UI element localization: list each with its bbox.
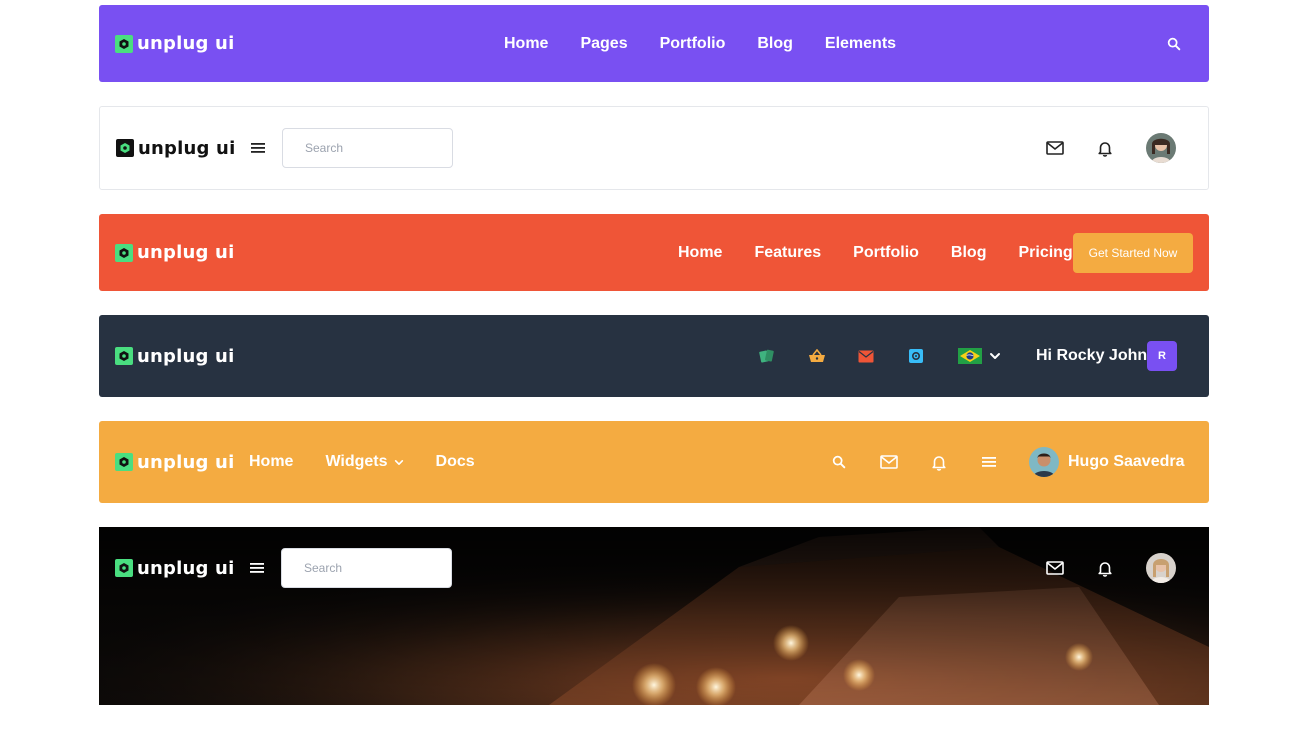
user-greeting[interactable]: Hi Rocky John [1036, 347, 1147, 365]
get-started-button[interactable]: Get Started Now [1073, 232, 1193, 273]
logo-icon [115, 243, 133, 262]
nav-widgets[interactable]: Widgets [325, 453, 403, 471]
bell-icon[interactable] [1098, 560, 1112, 577]
mail-icon[interactable] [1046, 561, 1064, 575]
nav-portfolio[interactable]: Portfolio [853, 244, 919, 262]
user-name[interactable]: Hugo Saavedra [1068, 453, 1184, 471]
brazil-flag-icon[interactable] [958, 348, 982, 364]
nav-home[interactable]: Home [678, 244, 722, 262]
logo-icon [116, 139, 134, 157]
user-avatar[interactable] [1146, 133, 1176, 163]
chevron-down-icon [394, 459, 404, 466]
brand-logo[interactable]: unplug ui [115, 242, 234, 263]
nav-pages[interactable]: Pages [580, 35, 627, 53]
main-nav: Home Pages Portfolio Blog Elements [504, 35, 896, 53]
hamburger-menu-icon[interactable] [982, 456, 996, 468]
brand-logo[interactable]: unplug ui [115, 558, 234, 579]
nav-pricing[interactable]: Pricing [1018, 244, 1072, 262]
brand-name: unplug ui [137, 33, 235, 54]
mail-icon[interactable] [858, 350, 874, 363]
hamburger-menu-icon[interactable] [251, 142, 265, 154]
brand-name: unplug ui [137, 345, 235, 367]
brand-logo[interactable]: unplug ui [115, 346, 234, 367]
user-avatar[interactable] [1146, 553, 1176, 583]
mail-icon[interactable] [880, 455, 898, 469]
search-input[interactable] [282, 128, 453, 168]
nav-home[interactable]: Home [504, 35, 548, 53]
navbar-purple: unplug ui Home Pages Portfolio Blog Elem… [99, 5, 1209, 82]
nav-blog[interactable]: Blog [757, 35, 793, 53]
mail-icon[interactable] [1046, 141, 1064, 155]
navbar-navy: unplug ui Hi Rocky John R [99, 315, 1209, 397]
bell-icon[interactable] [1098, 140, 1112, 157]
search-icon[interactable] [1166, 36, 1182, 52]
logo-icon [115, 34, 133, 53]
hamburger-menu-icon[interactable] [250, 562, 264, 574]
brand-logo[interactable]: unplug ui [115, 452, 234, 473]
brand-logo[interactable]: unplug ui [116, 138, 235, 159]
brand-name: unplug ui [137, 242, 235, 263]
user-initial-badge[interactable]: R [1147, 341, 1177, 371]
search-input[interactable] [281, 548, 452, 588]
brand-name: unplug ui [137, 557, 235, 579]
nav-portfolio[interactable]: Portfolio [660, 35, 726, 53]
nav-blog[interactable]: Blog [951, 244, 987, 262]
nav-widgets-label: Widgets [325, 453, 388, 470]
logo-icon [115, 559, 133, 577]
brand-name: unplug ui [137, 451, 235, 473]
user-avatar[interactable] [1029, 447, 1059, 477]
logo-icon [115, 453, 133, 471]
nav-home[interactable]: Home [249, 453, 293, 471]
navbar-coral: unplug ui Home Features Portfolio Blog P… [99, 214, 1209, 291]
navbar-amber: unplug ui Home Widgets Docs Hugo Saavedr… [99, 421, 1209, 503]
search-icon[interactable] [831, 454, 847, 470]
logo-icon [115, 347, 133, 365]
brand-logo[interactable]: unplug ui [115, 33, 234, 54]
nav-elements[interactable]: Elements [825, 35, 896, 53]
hero-header: unplug ui [99, 527, 1209, 705]
nav-features[interactable]: Features [754, 244, 821, 262]
navbar-white: unplug ui [99, 106, 1209, 190]
nav-docs[interactable]: Docs [436, 453, 475, 471]
main-nav: Home Features Portfolio Blog Pricing [678, 244, 1073, 262]
settings-icon[interactable] [908, 348, 924, 364]
brand-name: unplug ui [138, 137, 236, 159]
chevron-down-icon[interactable] [989, 352, 1001, 360]
cards-icon[interactable] [759, 349, 775, 363]
basket-icon[interactable] [808, 349, 826, 363]
bell-icon[interactable] [932, 454, 946, 471]
main-nav: Home Widgets Docs [249, 453, 475, 471]
